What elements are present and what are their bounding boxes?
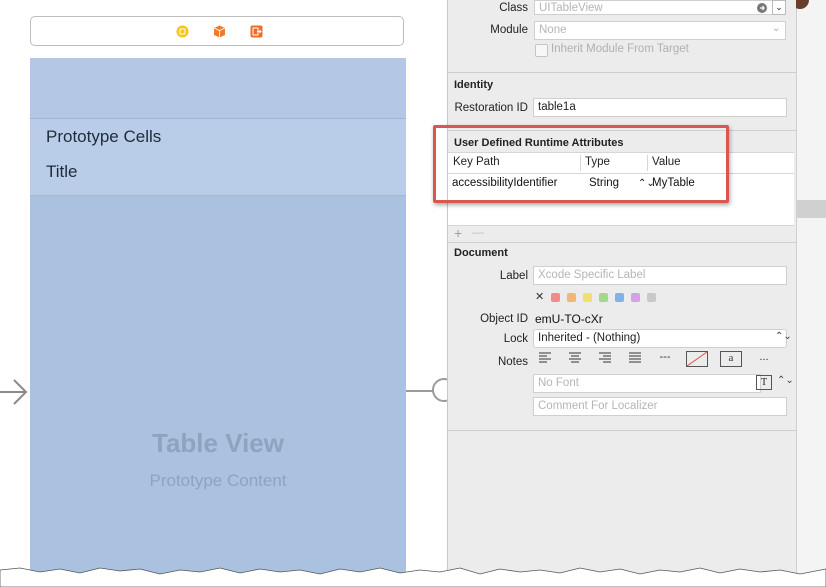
identity-inspector: Class UITableView ⌄ Module None ⌄ Inheri… (447, 0, 796, 587)
label-label: Label (499, 270, 528, 282)
module-label: Module (490, 24, 528, 36)
add-attribute-button[interactable]: + (454, 225, 462, 241)
object-id-label: Object ID (480, 313, 528, 325)
clear-label-color-icon[interactable]: ✕ (535, 290, 544, 303)
adjacent-panel-selection (796, 200, 826, 218)
font-picker-icon[interactable]: T (756, 375, 772, 390)
lock-label: Lock (503, 333, 528, 345)
restoration-id-label: Restoration ID (454, 102, 528, 114)
table-view-header-area (30, 58, 406, 119)
text-color-button[interactable]: a (720, 351, 742, 367)
view-controller-icon[interactable] (176, 25, 189, 38)
restoration-id-field[interactable]: table1a (533, 98, 787, 117)
storyboard-canvas[interactable]: Prototype Cells Title Table View Prototy… (0, 0, 447, 587)
no-line-break-button[interactable]: --- (654, 351, 676, 367)
class-field[interactable]: UITableView (534, 0, 774, 15)
lock-popup[interactable]: Inherited - (Nothing) (533, 329, 787, 348)
class-label: Class (499, 2, 528, 14)
label-color-swatch[interactable] (615, 293, 624, 302)
prototype-cell-title[interactable]: Title (46, 162, 78, 182)
go-to-class-icon[interactable] (756, 2, 768, 14)
module-dropdown-chevron-icon[interactable]: ⌄ (772, 23, 780, 34)
scene-dock (30, 16, 404, 46)
notes-formatting-bar: --- a ... (534, 351, 778, 369)
identity-section-title: Identity (454, 79, 494, 91)
font-size-stepper-icon[interactable]: ⌃⌄ (777, 375, 794, 386)
inherit-module-checkbox[interactable] (535, 44, 548, 57)
object-id-value: emU-TO-cXr (535, 312, 603, 326)
table-view-placeholder-title: Table View (152, 428, 284, 458)
label-color-swatch[interactable] (567, 293, 576, 302)
remove-attribute-button[interactable]: — (472, 225, 484, 239)
strike-icon[interactable] (686, 351, 708, 367)
table-view-placeholder-subtitle: Prototype Content (149, 471, 287, 490)
prototype-cells-header: Prototype Cells (46, 127, 162, 146)
lock-popup-chevron-icon[interactable]: ⌃⌄ (775, 331, 792, 342)
align-right-icon[interactable] (594, 351, 616, 367)
exit-icon[interactable] (250, 25, 263, 38)
document-section-title: Document (454, 247, 508, 259)
torn-paper-edge (0, 567, 826, 587)
xcode-label-field[interactable]: Xcode Specific Label (533, 266, 787, 285)
adjacent-panel-edge (796, 0, 826, 587)
align-left-icon[interactable] (534, 351, 556, 367)
first-responder-icon[interactable] (213, 25, 226, 38)
initial-view-controller-arrow-icon[interactable] (0, 376, 30, 408)
module-field[interactable]: None (534, 21, 786, 40)
table-view[interactable]: Prototype Cells Title Table View Prototy… (30, 58, 406, 578)
inherit-module-label: Inherit Module From Target (551, 43, 689, 55)
align-center-icon[interactable] (564, 351, 586, 367)
font-field[interactable]: No Font (533, 374, 761, 393)
label-color-swatch[interactable] (647, 293, 656, 302)
notes-label: Notes (497, 356, 528, 368)
divider (448, 72, 796, 73)
label-color-swatch[interactable] (599, 293, 608, 302)
label-color-swatch[interactable] (551, 293, 560, 302)
align-justify-icon[interactable] (624, 351, 646, 367)
label-color-swatch[interactable] (583, 293, 592, 302)
more-options-button[interactable]: ... (752, 351, 776, 367)
label-color-swatch[interactable] (631, 293, 640, 302)
divider (448, 242, 796, 243)
udra-highlight-box (433, 125, 729, 203)
comment-for-localizer-field[interactable]: Comment For Localizer (533, 397, 787, 416)
avatar-icon (796, 0, 809, 9)
class-dropdown-chevron-icon[interactable]: ⌄ (772, 0, 786, 15)
divider (448, 430, 796, 431)
